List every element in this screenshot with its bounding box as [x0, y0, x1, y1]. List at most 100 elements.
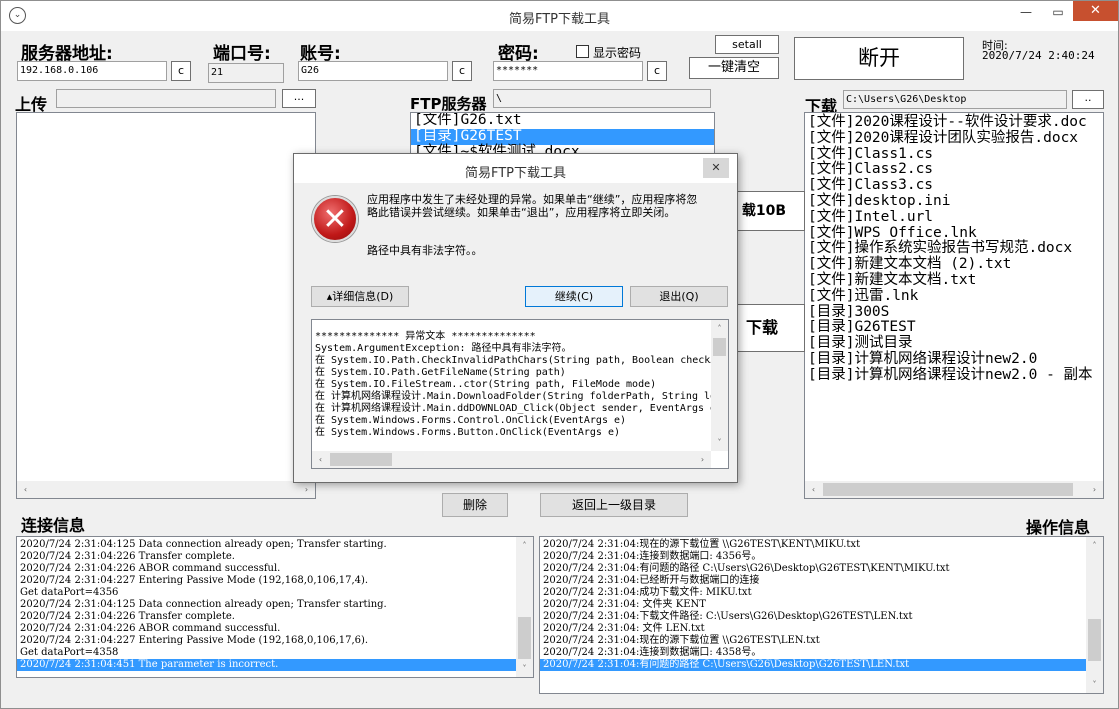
op-log-list[interactable]: 2020/7/24 2:31:04:现在的源下载位置 \\G26TEST\KEN…	[539, 536, 1104, 694]
scroll-up-icon[interactable]: ˄	[711, 320, 728, 337]
continue-button[interactable]: 继续(C)	[525, 286, 623, 307]
show-password-checkbox[interactable]	[576, 45, 589, 58]
exception-detail-line[interactable]: 在 System.Windows.Forms.Control.OnClick(E…	[312, 415, 712, 427]
scroll-right-icon[interactable]: ›	[298, 481, 315, 498]
conn-log-line[interactable]: 2020/7/24 2:31:04:226 ABOR command succe…	[17, 623, 517, 635]
detail-vertical-scrollbar[interactable]: ˄ ˅	[711, 320, 728, 451]
delete-button[interactable]: 删除	[442, 493, 508, 517]
exception-detail-box[interactable]: ************** 异常文本 ************** System…	[311, 319, 729, 469]
exception-detail-line[interactable]: 在 System.IO.Path.GetFileName(String path…	[312, 367, 712, 379]
conn-log-line[interactable]: 2020/7/24 2:31:04:226 Transfer complete.	[17, 611, 517, 623]
conn-log-scrollbar[interactable]: ˄ ˅	[516, 537, 533, 677]
download-list-item[interactable]: [文件]新建文本文档 (2).txt	[805, 256, 1103, 273]
op-log-scrollbar[interactable]: ˄ ˅	[1086, 537, 1103, 693]
upload-path-input[interactable]	[56, 89, 276, 108]
scroll-down-icon[interactable]: ˅	[516, 660, 533, 677]
download-list-item[interactable]: [文件]Class2.cs	[805, 162, 1103, 178]
download-list-item[interactable]: [文件]2020课程设计团队实验报告.docx	[805, 130, 1103, 147]
conn-log-line[interactable]: 2020/7/24 2:31:04:227 Entering Passive M…	[17, 575, 517, 587]
download-list-item[interactable]: [文件]WPS Office.lnk	[805, 225, 1103, 242]
download-list-item[interactable]: [目录]计算机网络课程设计new2.0 - 副本	[805, 367, 1103, 384]
upload-browse-button[interactable]: ...	[282, 89, 316, 108]
download-list-item[interactable]: [目录]计算机网络课程设计new2.0	[805, 351, 1103, 368]
op-log-line[interactable]: 2020/7/24 2:31:04:成功下载文件: MIKU.txt	[540, 587, 1087, 599]
conn-log-scroll-thumb[interactable]	[518, 617, 531, 659]
op-log-line[interactable]: 2020/7/24 2:31:04:连接到数据端口: 4358号。	[540, 647, 1087, 659]
exception-detail-line[interactable]: ************** 异常文本 **************	[312, 331, 712, 343]
ftp-server-list[interactable]: [文件]G26.txt [目录]G26TEST [文件]~$软件测试.docx	[410, 112, 715, 157]
scroll-up-icon[interactable]: ˄	[516, 537, 533, 554]
op-log-line[interactable]: 2020/7/24 2:31:04:现在的源下载位置 \\G26TEST\KEN…	[540, 539, 1087, 551]
download-hscroll-thumb[interactable]	[823, 483, 1073, 496]
dialog-close-icon[interactable]: ✕	[703, 158, 729, 178]
download-list-item[interactable]: [目录]G26TEST	[805, 320, 1103, 336]
setall-button[interactable]: setall	[715, 35, 779, 54]
server-address-input[interactable]: 192.168.0.106	[17, 61, 167, 81]
download-browse-button[interactable]: ..	[1072, 90, 1104, 109]
conn-log-line[interactable]: 2020/7/24 2:31:04:125 Data connection al…	[17, 539, 517, 551]
download-list-item[interactable]: [文件]Intel.url	[805, 209, 1103, 226]
download-list-item[interactable]: [文件]操作系统实验报告书写规范.docx	[805, 241, 1103, 257]
op-log-line[interactable]: 2020/7/24 2:31:04: 文件 LEN.txt	[540, 623, 1087, 635]
clear-server-button[interactable]: c	[171, 61, 191, 81]
exception-detail-line[interactable]: 在 System.Windows.Forms.Button.OnClick(Ev…	[312, 427, 712, 439]
conn-log-line[interactable]: Get dataPort=4358	[17, 647, 517, 659]
conn-log-line[interactable]: 2020/7/24 2:31:04:226 ABOR command succe…	[17, 563, 517, 575]
op-log-line[interactable]: 2020/7/24 2:31:04:有问题的路径 C:\Users\G26\De…	[540, 659, 1087, 671]
conn-log-line[interactable]: Get dataPort=4356	[17, 587, 517, 599]
exception-detail-line[interactable]: 在 System.IO.FileStream..ctor(String path…	[312, 379, 712, 391]
password-input[interactable]: *******	[493, 61, 643, 81]
details-button[interactable]: ▴详细信息(D)	[311, 286, 409, 307]
exception-detail-line[interactable]: System.ArgumentException: 路径中具有非法字符。	[312, 343, 712, 355]
disconnect-button[interactable]: 断开	[794, 37, 964, 80]
op-log-line[interactable]: 2020/7/24 2:31:04:已经断开与数据端口的连接	[540, 575, 1087, 587]
download-list-item[interactable]: [目录]测试目录	[805, 335, 1103, 352]
op-log-line[interactable]: 2020/7/24 2:31:04:现在的源下载位置 \\G26TEST\LEN…	[540, 635, 1087, 647]
scroll-left-icon[interactable]: ‹	[17, 481, 34, 498]
scroll-down-icon[interactable]: ˅	[1086, 676, 1103, 693]
op-log-line[interactable]: 2020/7/24 2:31:04:有问题的路径 C:\Users\G26\De…	[540, 563, 1087, 575]
download-horizontal-scrollbar[interactable]: ‹ ›	[805, 481, 1103, 498]
conn-log-line[interactable]: 2020/7/24 2:31:04:125 Data connection al…	[17, 599, 517, 611]
back-to-parent-button[interactable]: 返回上一级目录	[540, 493, 688, 517]
minimize-icon[interactable]: —	[1011, 1, 1041, 25]
op-log-line[interactable]: 2020/7/24 2:31:04:下载文件路径: C:\Users\G26\D…	[540, 611, 1087, 623]
exception-detail-line[interactable]: 在 计算机网络课程设计.Main.DownloadFolder(String f…	[312, 391, 712, 403]
scroll-up-icon[interactable]: ˄	[1086, 537, 1103, 554]
conn-log-line[interactable]: 2020/7/24 2:31:04:226 Transfer complete.	[17, 551, 517, 563]
ftp-path-input[interactable]: \	[493, 89, 711, 108]
download-list-item[interactable]: [文件]迅雷.lnk	[805, 288, 1103, 305]
download-list-item[interactable]: [文件]新建文本文档.txt	[805, 272, 1103, 289]
exception-detail-line[interactable]: 在 System.IO.Path.CheckInvalidPathChars(S…	[312, 355, 712, 367]
conn-log-list[interactable]: 2020/7/24 2:31:04:125 Data connection al…	[16, 536, 534, 678]
maximize-icon[interactable]: ▭	[1043, 1, 1073, 25]
clear-password-button[interactable]: c	[647, 61, 667, 81]
ftp-list-item[interactable]: [目录]G26TEST	[411, 128, 714, 145]
upload-list[interactable]: ‹ ›	[16, 112, 316, 499]
detail-vscroll-thumb[interactable]	[713, 338, 726, 356]
port-input[interactable]: 21	[208, 63, 284, 83]
scroll-left-icon[interactable]: ‹	[805, 481, 822, 498]
account-input[interactable]: G26	[298, 61, 448, 81]
scroll-right-icon[interactable]: ›	[694, 451, 711, 468]
detail-hscroll-thumb[interactable]	[330, 453, 392, 466]
scroll-left-icon[interactable]: ‹	[312, 451, 329, 468]
download-list-item[interactable]: [文件]Class3.cs	[805, 177, 1103, 194]
conn-log-line[interactable]: 2020/7/24 2:31:04:451 The parameter is i…	[17, 659, 517, 671]
download-list-item[interactable]: [文件]desktop.ini	[805, 193, 1103, 210]
upload-horizontal-scrollbar[interactable]: ‹ ›	[17, 481, 315, 498]
scroll-down-icon[interactable]: ˅	[711, 434, 728, 451]
clear-account-button[interactable]: c	[452, 61, 472, 81]
ftp-list-item[interactable]: [文件]G26.txt	[411, 113, 714, 129]
clear-all-button[interactable]: 一键清空	[689, 57, 779, 79]
quit-button[interactable]: 退出(Q)	[630, 286, 728, 307]
close-icon[interactable]: ✕	[1073, 1, 1118, 21]
op-log-line[interactable]: 2020/7/24 2:31:04:连接到数据端口: 4356号。	[540, 551, 1087, 563]
download-list[interactable]: [文件]2020课程设计--软件设计要求.doc [文件]2020课程设计团队实验…	[804, 112, 1104, 499]
download-path-input[interactable]: C:\Users\G26\Desktop	[843, 90, 1067, 109]
op-log-scroll-thumb[interactable]	[1088, 619, 1101, 661]
scroll-right-icon[interactable]: ›	[1086, 481, 1103, 498]
exception-detail-line[interactable]: 在 计算机网络课程设计.Main.ddDOWNLOAD_Click(Object…	[312, 403, 712, 415]
detail-horizontal-scrollbar[interactable]: ‹ ›	[312, 451, 711, 468]
download-list-item[interactable]: [文件]2020课程设计--软件设计要求.doc	[805, 114, 1103, 131]
